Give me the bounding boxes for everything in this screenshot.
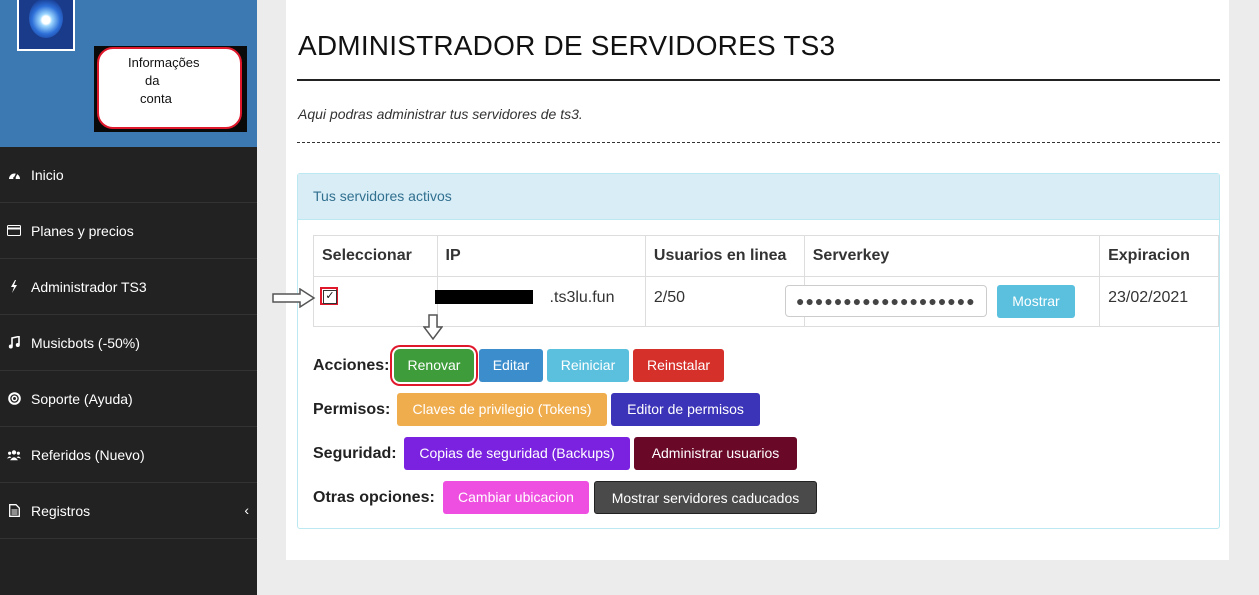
editor-permisos-button[interactable]: Editor de permisos [611,393,760,426]
col-serverkey: Serverkey [803,235,1101,277]
caducados-button[interactable]: Mostrar servidores caducados [594,481,817,514]
mostrar-button[interactable]: Mostrar [997,285,1075,318]
cambiar-ubicacion-button[interactable]: Cambiar ubicacion [443,481,589,514]
col-seleccionar: Seleccionar [313,235,438,277]
users-icon [7,449,21,461]
reinstalar-button[interactable]: Reinstalar [633,349,724,382]
arrow-right-icon [272,288,316,308]
tokens-button[interactable]: Claves de privilegio (Tokens) [397,393,607,426]
account-info-box[interactable]: Informações da conta [97,47,242,129]
sidebar-item-administrador[interactable]: Administrador TS3 [0,259,257,315]
sidebar-item-inicio[interactable]: Inicio [0,147,257,203]
cell-expiration: 23/02/2021 [1099,276,1219,327]
chevron-left-icon[interactable]: ‹ [244,502,249,518]
servers-panel: Tus servidores activos Seleccionar IP Us… [297,173,1220,529]
sidebar-item-label: Inicio [31,166,64,183]
sidebar-item-registros[interactable]: Registros ‹ [0,483,257,539]
bolt-icon [7,280,21,293]
serverkey-field[interactable]: ●●●●●●●●●●●●●●●●●●● [785,285,987,317]
sidebar-item-label: Referidos (Nuevo) [31,446,145,463]
sidebar-item-label: Administrador TS3 [31,278,147,295]
col-ip: IP [436,235,646,277]
panel-title: Tus servidores activos [298,174,1219,220]
dotted-divider [297,142,1220,143]
sidebar-item-label: Soporte (Ayuda) [31,390,133,407]
select-checkbox[interactable]: ✓ [320,287,338,305]
sidebar-item-soporte[interactable]: Soporte (Ayuda) [0,371,257,427]
permisos-label: Permisos: [313,401,391,418]
dashboard-icon [7,169,21,180]
title-divider [297,79,1220,81]
account-info-line2: da [145,73,160,88]
sidebar-item-referidos[interactable]: Referidos (Nuevo) [0,427,257,483]
administrar-usuarios-button[interactable]: Administrar usuarios [634,437,797,470]
col-usuarios: Usuarios en linea [644,235,805,277]
reiniciar-button[interactable]: Reiniciar [547,349,629,382]
otras-opciones-label: Otras opciones: [313,489,435,506]
sidebar-item-planes[interactable]: Planes y precios [0,203,257,259]
page-subtitle: Aqui podras administrar tus servidores d… [298,106,583,122]
account-info-line1: Informações [128,55,200,70]
redaction-bar [435,290,533,304]
sidebar-item-musicbots[interactable]: Musicbots (-50%) [0,315,257,371]
acciones-label: Acciones: [313,357,390,374]
check-icon: ✓ [323,290,337,304]
music-icon [7,336,21,349]
avatar[interactable] [17,0,75,51]
arrow-down-icon [423,314,443,340]
sidebar-item-label: Planes y precios [31,222,134,239]
table-header-row: Seleccionar IP Usuarios en linea Serverk… [313,235,1219,277]
cell-users: 2/50 [644,276,805,327]
sidebar-header: Informações da conta [0,0,257,147]
renovar-button[interactable]: Renovar [394,349,474,382]
sidebar-item-label: Musicbots (-50%) [31,334,140,351]
lifebuoy-icon [7,392,21,405]
servers-table: Seleccionar IP Usuarios en linea Serverk… [313,235,1219,327]
page-title: ADMINISTRADOR DE SERVIDORES TS3 [298,30,836,61]
sidebar-item-label: Registros [31,502,91,519]
sidebar: Informações da conta Inicio Planes y pre… [0,0,257,595]
file-icon [7,504,21,517]
credit-card-icon [7,225,21,236]
account-info-line3: conta [140,91,172,106]
seguridad-label: Seguridad: [313,445,397,462]
sidebar-nav: Inicio Planes y precios Administrador TS… [0,147,257,539]
main-content: ADMINISTRADOR DE SERVIDORES TS3 Aqui pod… [286,0,1229,560]
editar-button[interactable]: Editar [479,349,543,382]
backups-button[interactable]: Copias de seguridad (Backups) [404,437,630,470]
col-expiracion: Expiracion [1099,235,1219,277]
